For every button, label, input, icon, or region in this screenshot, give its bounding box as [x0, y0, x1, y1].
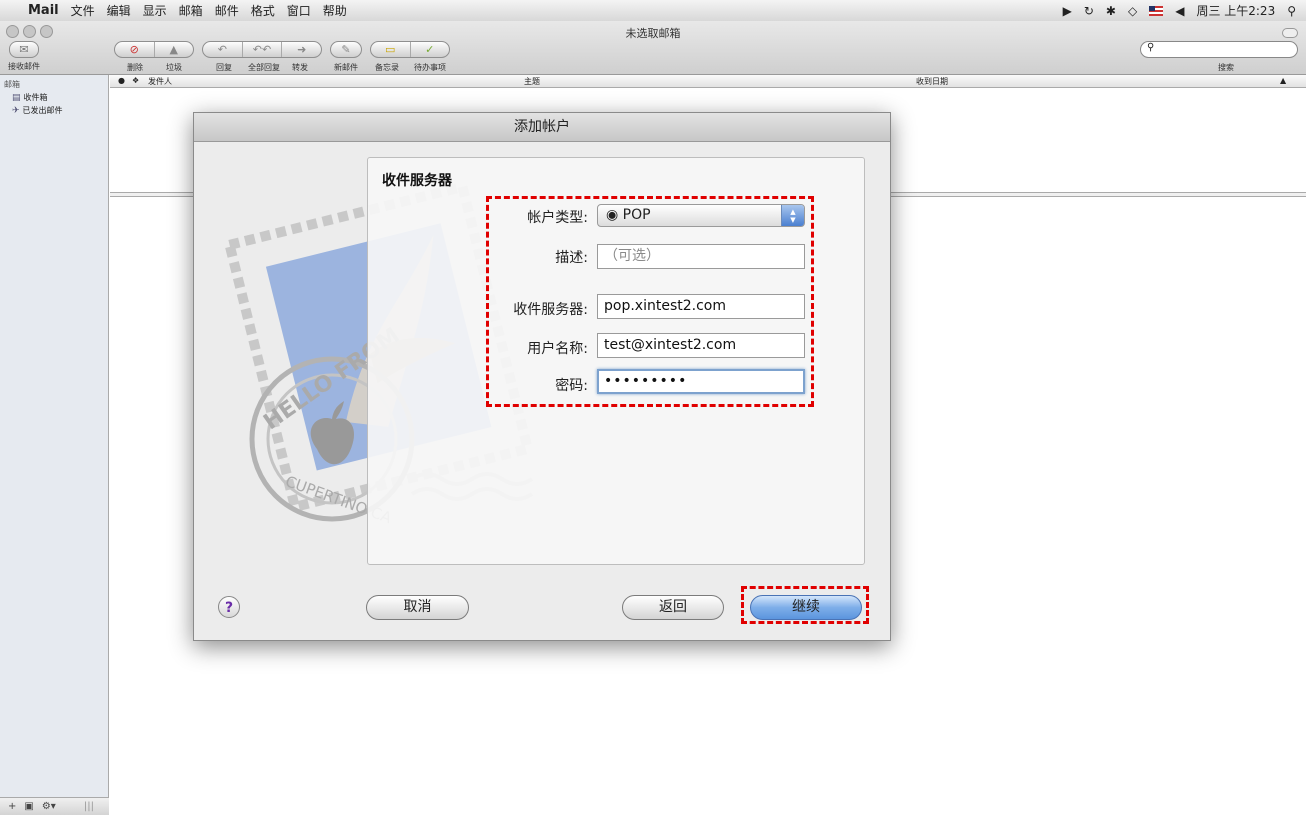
spotlight-icon[interactable]: ⚲ — [1287, 4, 1296, 18]
reply-icon[interactable]: ↶ — [203, 42, 243, 57]
add-mailbox-button[interactable]: + — [8, 801, 16, 812]
show-photo-icon[interactable]: ▣ — [24, 801, 33, 812]
todo-icon[interactable]: ✓ — [411, 42, 450, 57]
get-mail-icon[interactable]: ✉ — [9, 41, 39, 58]
sidebar-item-inbox[interactable]: ▤ 收件箱 — [12, 92, 108, 103]
unread-column-icon[interactable]: ● — [118, 76, 125, 85]
sidebar-resize-handle[interactable]: ||| — [84, 801, 94, 812]
menu-edit[interactable]: 编辑 — [107, 2, 131, 19]
todo-label: 待办事项 — [414, 63, 446, 72]
inbox-icon: ▤ — [12, 92, 21, 103]
reply-all-icon[interactable]: ↶↶ — [243, 42, 283, 57]
search-icon: ⚲ — [1147, 42, 1155, 53]
column-from[interactable]: 发件人 — [148, 76, 172, 87]
play-icon[interactable]: ▶ — [1063, 4, 1072, 18]
junk-icon[interactable]: ▲ — [155, 42, 194, 57]
search-label: 搜索 — [1218, 63, 1234, 72]
input-source-flag-icon[interactable] — [1149, 5, 1164, 16]
continue-highlight-box — [741, 586, 869, 624]
status-menus: ▶ ↻ ✱ ◇ ◀ 周三 上午2:23 ⚲ — [1063, 0, 1296, 21]
get-mail-tool[interactable]: ✉ 接收邮件 — [8, 41, 40, 72]
action-gear-icon[interactable]: ⚙▾ — [42, 801, 56, 812]
flag-column-icon[interactable]: ❖ — [132, 76, 139, 85]
add-account-dialog: 添加帐户 HELLO FROM CUPERTINO CA 收件服务器 帐户类型:… — [193, 112, 891, 641]
search-input[interactable]: ⚲ — [1140, 41, 1298, 58]
menu-window[interactable]: 窗口 — [287, 2, 311, 19]
new-message-label: 新邮件 — [334, 63, 358, 72]
cancel-button[interactable]: 取消 — [366, 595, 469, 620]
delete-junk-segment: ⊘ ▲ — [114, 41, 194, 58]
mailbox-sidebar: 邮箱 ▤ 收件箱 ✈ 已发出邮件 + ▣ ⚙▾ ||| — [0, 75, 109, 815]
clock[interactable]: 周三 上午2:23 — [1196, 2, 1275, 19]
menu-message[interactable]: 邮件 — [215, 2, 239, 19]
toolbar-toggle-button[interactable] — [1282, 28, 1298, 38]
note-icon[interactable]: ▭ — [371, 42, 411, 57]
menu-view[interactable]: 显示 — [143, 2, 167, 19]
get-mail-label: 接收邮件 — [8, 62, 40, 71]
back-button[interactable]: 返回 — [622, 595, 724, 620]
sort-up-icon[interactable]: ▲ — [1280, 76, 1286, 85]
sent-icon: ✈ — [12, 105, 20, 116]
dialog-title: 添加帐户 — [194, 113, 890, 142]
volume-icon[interactable]: ◀ — [1175, 4, 1184, 18]
section-title: 收件服务器 — [382, 173, 452, 189]
delete-label: 删除 — [127, 63, 143, 72]
column-date[interactable]: 收到日期 — [916, 76, 948, 87]
compose-icon[interactable]: ✎ — [331, 42, 361, 57]
forward-label: 转发 — [292, 63, 308, 72]
forward-icon[interactable]: ➜ — [282, 42, 321, 57]
sidebar-item-label: 已发出邮件 — [22, 106, 63, 115]
delete-icon[interactable]: ⊘ — [115, 42, 155, 57]
note-label: 备忘录 — [375, 63, 399, 72]
menu-mailbox[interactable]: 邮箱 — [179, 2, 203, 19]
new-message-button[interactable]: ✎ — [330, 41, 362, 58]
fields-highlight-box — [486, 196, 814, 407]
sidebar-item-label: 收件箱 — [23, 93, 48, 102]
menu-file[interactable]: 文件 — [71, 2, 95, 19]
column-subject[interactable]: 主题 — [524, 76, 540, 87]
window-title: 未选取邮箱 — [625, 27, 681, 40]
note-todo-segment: ▭ ✓ — [370, 41, 450, 58]
menu-bar: Mail 文件 编辑 显示 邮箱 邮件 格式 窗口 帮助 ▶ ↻ ✱ ◇ ◀ 周… — [0, 0, 1306, 22]
reply-all-label: 全部回复 — [248, 63, 280, 72]
sidebar-item-sent[interactable]: ✈ 已发出邮件 — [12, 105, 108, 116]
window-toolbar: 未选取邮箱 ✉ 接收邮件 ⊘ ▲ 删除 垃圾 ↶ ↶↶ ➜ 回复 全部回复 转发… — [0, 21, 1306, 75]
wifi-icon[interactable]: ◇ — [1128, 4, 1137, 18]
menu-app-name[interactable]: Mail — [28, 3, 59, 18]
bluetooth-icon[interactable]: ✱ — [1106, 4, 1116, 18]
sidebar-header: 邮箱 — [4, 80, 20, 89]
reply-label: 回复 — [216, 63, 232, 72]
message-list-header: ● ❖ 发件人 主题 收到日期 ▲ — [110, 75, 1306, 88]
sidebar-action-bar: + ▣ ⚙▾ ||| — [0, 797, 109, 815]
sync-icon[interactable]: ↻ — [1084, 4, 1094, 18]
menu-format[interactable]: 格式 — [251, 2, 275, 19]
menu-help[interactable]: 帮助 — [323, 2, 347, 19]
help-button[interactable]: ? — [218, 596, 240, 618]
junk-label: 垃圾 — [166, 63, 182, 72]
reply-forward-segment: ↶ ↶↶ ➜ — [202, 41, 322, 58]
